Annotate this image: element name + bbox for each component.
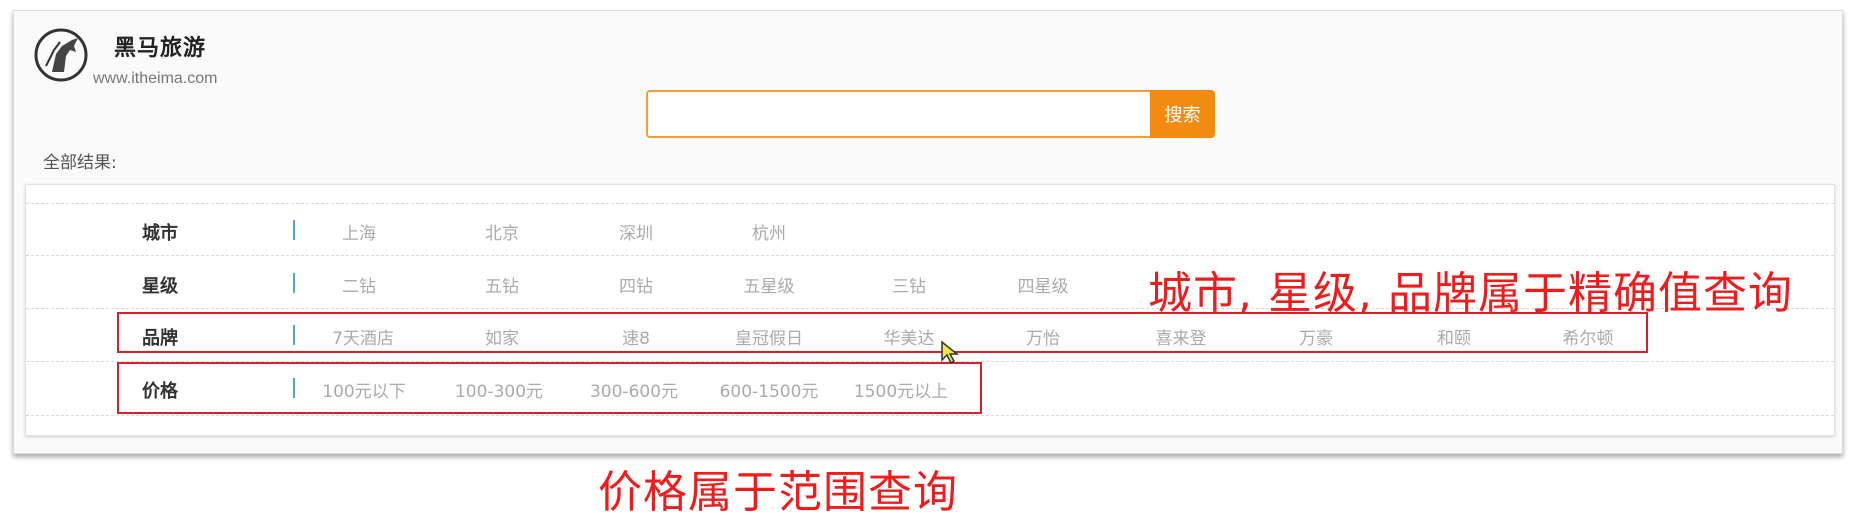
brand-url: www.itheima.com — [93, 70, 218, 87]
filter-option-star[interactable]: 三钻 — [892, 272, 926, 297]
filter-option-star[interactable]: 四星级 — [1018, 272, 1069, 297]
filter-option-star[interactable]: 五钻 — [485, 272, 519, 297]
filter-separator — [293, 220, 295, 240]
range-query-annotation: 价格属于范围查询 — [598, 467, 958, 518]
search-input[interactable] — [646, 90, 1152, 138]
filter-option-star[interactable]: 五星级 — [744, 272, 795, 297]
filter-label-city: 城市 — [142, 223, 178, 244]
filter-option-city[interactable]: 杭州 — [752, 219, 786, 244]
exact-query-annotation: 城市, 星级, 品牌属于精确值查询 — [1148, 268, 1793, 319]
filter-option-city[interactable]: 上海 — [342, 219, 376, 244]
horse-logo-icon — [34, 28, 88, 82]
row-divider — [26, 415, 1834, 416]
all-results-label: 全部结果: — [43, 153, 117, 173]
filter-option-city[interactable]: 深圳 — [619, 219, 653, 244]
mouse-cursor-icon — [941, 340, 960, 365]
brand-name: 黑马旅游 — [114, 36, 207, 61]
price-row-highlight — [117, 362, 982, 414]
filter-option-city[interactable]: 北京 — [485, 219, 519, 244]
filter-separator — [293, 273, 295, 293]
filter-option-star[interactable]: 四钻 — [619, 272, 653, 297]
search-button[interactable]: 搜索 — [1150, 90, 1215, 138]
row-divider — [26, 203, 1834, 204]
filter-option-star[interactable]: 二钻 — [342, 272, 376, 297]
row-divider — [26, 255, 1834, 256]
filter-label-star: 星级 — [142, 276, 178, 297]
